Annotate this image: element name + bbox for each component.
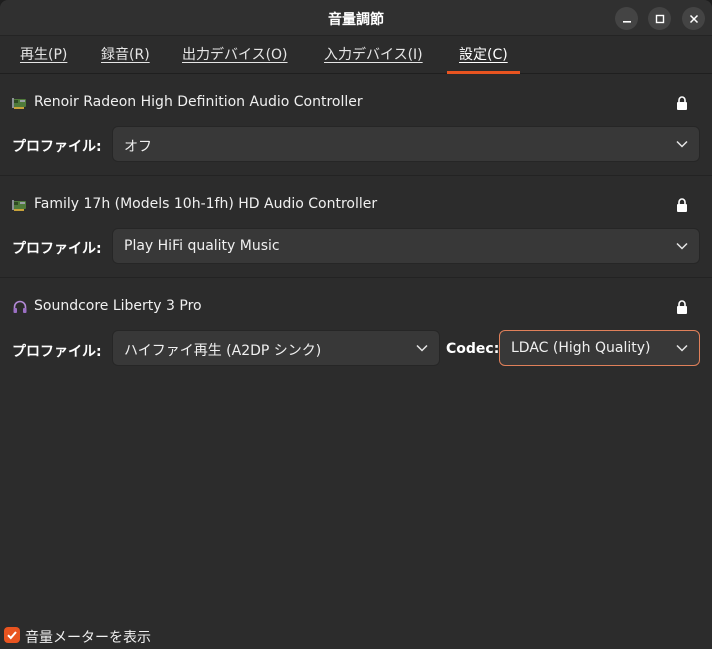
close-button[interactable] xyxy=(682,7,705,30)
checkmark-icon xyxy=(7,631,17,640)
profile-dropdown[interactable]: ハイファイ再生 (A2DP シンク) xyxy=(112,330,440,366)
headphones-icon xyxy=(13,300,27,313)
chevron-down-icon xyxy=(676,344,688,352)
profile-value: オフ xyxy=(124,139,152,155)
maximize-button[interactable] xyxy=(648,7,671,30)
profile-dropdown[interactable]: Play HiFi quality Music xyxy=(112,228,700,264)
lock-icon[interactable] xyxy=(676,198,688,212)
device-section: Soundcore Liberty 3 Pro プロファイル: ハイファイ再生 … xyxy=(0,278,712,380)
profile-dropdown[interactable]: オフ xyxy=(112,126,700,162)
codec-label: Codec: xyxy=(446,341,500,357)
profile-value: ハイファイ再生 (A2DP シンク) xyxy=(124,343,322,359)
minimize-icon xyxy=(622,20,631,23)
tab-output-devices[interactable]: 出力デバイス(O) xyxy=(182,36,288,74)
profile-label: プロファイル: xyxy=(12,344,102,360)
lock-icon[interactable] xyxy=(676,300,688,314)
window-title: 音量調節 xyxy=(328,12,384,28)
tab-playback[interactable]: 再生(P) xyxy=(20,36,67,74)
maximize-icon xyxy=(655,14,664,23)
show-meters-label[interactable]: 音量メーターを表示 xyxy=(25,627,151,647)
profile-label: プロファイル: xyxy=(12,241,102,257)
tab-bar: 再生(P) 録音(R) 出力デバイス(O) 入力デバイス(I) 設定(C) xyxy=(0,36,712,74)
chevron-down-icon xyxy=(676,242,688,250)
profile-value: Play HiFi quality Music xyxy=(124,238,280,254)
tab-input-devices[interactable]: 入力デバイス(I) xyxy=(324,36,423,74)
minimize-button[interactable] xyxy=(615,7,638,30)
device-section: Family 17h (Models 10h-1fh) HD Audio Con… xyxy=(0,176,712,278)
chevron-down-icon xyxy=(676,140,688,148)
close-icon xyxy=(689,14,698,23)
tab-recording[interactable]: 録音(R) xyxy=(101,36,150,74)
show-meters-checkbox[interactable] xyxy=(4,627,20,643)
codec-value: LDAC (High Quality) xyxy=(511,340,651,356)
device-section: Renoir Radeon High Definition Audio Cont… xyxy=(0,74,712,176)
title-bar[interactable]: 音量調節 xyxy=(0,0,712,36)
device-name: Family 17h (Models 10h-1fh) HD Audio Con… xyxy=(34,196,378,212)
sound-card-icon xyxy=(12,200,26,211)
tab-configuration[interactable]: 設定(C) xyxy=(459,36,508,74)
profile-label: プロファイル: xyxy=(12,139,102,155)
chevron-down-icon xyxy=(416,344,428,352)
device-name: Soundcore Liberty 3 Pro xyxy=(34,298,202,314)
device-name: Renoir Radeon High Definition Audio Cont… xyxy=(34,94,363,110)
footer: 音量メーターを表示 xyxy=(0,620,712,649)
sound-card-icon xyxy=(12,98,26,109)
volume-control-window: 音量調節 再生(P) 録音(R) 出力デバイス(O) 入力デバイス(I) 設定(… xyxy=(0,0,712,649)
codec-dropdown[interactable]: LDAC (High Quality) xyxy=(499,330,700,366)
lock-icon[interactable] xyxy=(676,96,688,110)
